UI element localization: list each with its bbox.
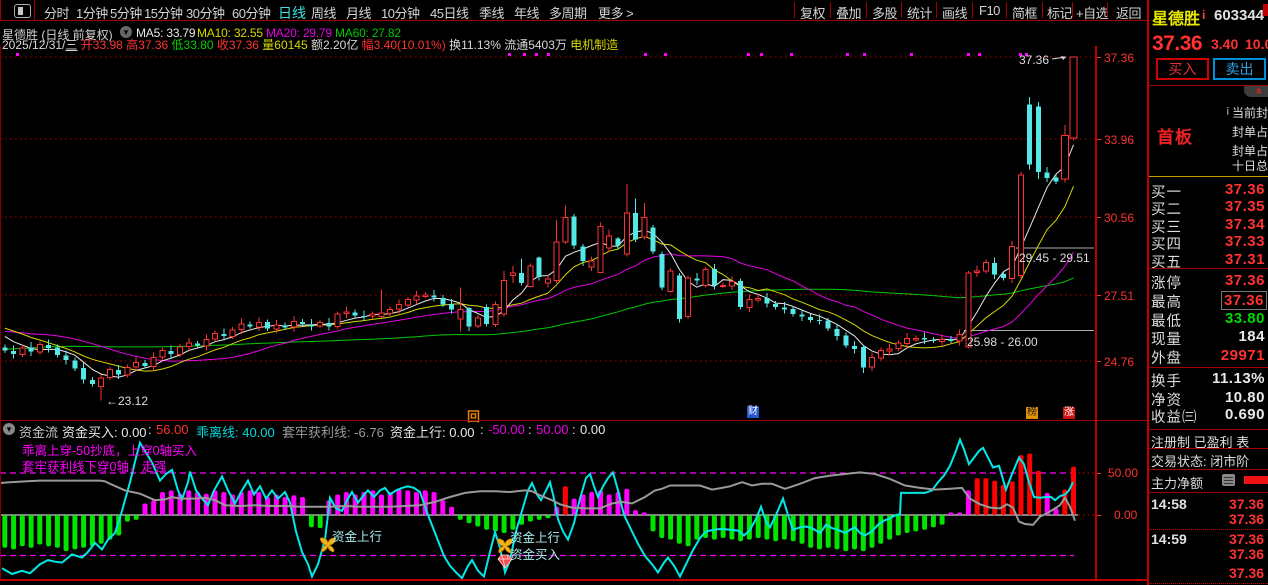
svg-text:乖离上穿-50抄底，上穿0轴买入: 乖离上穿-50抄底，上穿0轴买入 [22, 443, 198, 458]
svg-text:资金买入: 资金买入 [510, 547, 561, 562]
svg-text:资金上行: 资金上行 [332, 529, 382, 544]
svg-text:资金上行: 资金上行 [510, 530, 560, 545]
svg-text:套牢获利线下穿0轴，走强: 套牢获利线下穿0轴，走强 [22, 459, 167, 474]
